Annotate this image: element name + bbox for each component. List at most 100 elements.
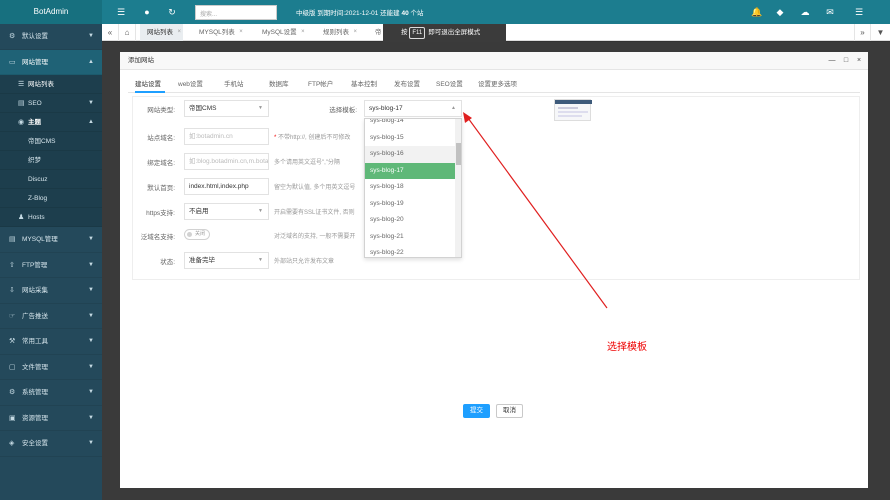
tab-mysql-list[interactable]: MYSQL列表 ×: [192, 24, 245, 41]
sidebar-item-label: FTP管理: [22, 261, 48, 269]
minimize-icon[interactable]: —: [826, 52, 838, 70]
chevron-down-icon: ▼: [88, 414, 94, 421]
status-select[interactable]: 准备完毕 ▼: [184, 252, 269, 269]
tabs-scroll-right-icon[interactable]: »: [854, 24, 871, 41]
chevron-down-icon: ▼: [88, 287, 94, 293]
option-sys-blog-17[interactable]: sys-blog-17: [365, 162, 455, 179]
status-note: 外部站只允许发布文章: [274, 259, 335, 265]
tab-publish-settings[interactable]: 发布设置: [394, 78, 420, 93]
tab-database[interactable]: 数据库: [269, 78, 289, 93]
option-sys-blog-18[interactable]: sys-blog-18: [365, 179, 455, 196]
sidebar-item-ads[interactable]: ☞ 广告推送 ▼: [0, 304, 102, 329]
tab-rules-list[interactable]: 规则列表 ×: [316, 24, 359, 41]
close-icon[interactable]: ×: [353, 24, 357, 41]
sidebar-item-system[interactable]: ⚙ 系统管理 ▼: [0, 380, 102, 406]
submit-button[interactable]: 提交: [463, 404, 490, 418]
chevron-down-icon: ▼: [88, 236, 94, 242]
close-icon[interactable]: ×: [239, 24, 243, 41]
tabs-options-icon[interactable]: ▼: [872, 24, 889, 41]
sidebar-item-empire-cms[interactable]: 帝国CMS: [0, 132, 102, 151]
sidebar-item-ftp[interactable]: ⇧ FTP管理 ▼: [0, 253, 102, 278]
tab-more-options[interactable]: 设置更多选项: [478, 78, 517, 93]
option-sys-blog-19[interactable]: sys-blog-19: [365, 196, 455, 213]
option-sys-blog-14[interactable]: sys-blog-14: [365, 119, 455, 130]
sidebar-item-site-management[interactable]: ▭ 网站管理 ▲: [0, 49, 102, 75]
dropdown-scrollbar[interactable]: [455, 119, 461, 257]
index-page-input[interactable]: index.html,index.php: [184, 178, 269, 195]
option-sys-blog-15[interactable]: sys-blog-15: [365, 130, 455, 147]
https-select[interactable]: 不启用 ▼: [184, 203, 269, 220]
sidebar-item-zblog[interactable]: Z-Blog: [0, 189, 102, 208]
option-sys-blog-21[interactable]: sys-blog-21: [365, 229, 455, 246]
notice-suffix: 个站: [410, 10, 424, 17]
tab-ftp-account[interactable]: FTP帐户: [308, 78, 333, 93]
wildcard-toggle[interactable]: 关闭: [184, 229, 210, 240]
toggle-text: 关闭: [195, 231, 206, 237]
option-sys-blog-20[interactable]: sys-blog-20: [365, 212, 455, 229]
scrollbar-thumb[interactable]: [456, 143, 461, 165]
template-value: sys-blog-17: [369, 105, 403, 112]
close-icon[interactable]: ×: [301, 24, 305, 41]
sidebar-item-site-list[interactable]: ☰ 网站列表: [0, 75, 102, 94]
tab-seo-settings[interactable]: SEO设置: [436, 78, 463, 93]
globe-icon[interactable]: ●: [140, 5, 154, 19]
tab-mobile-site[interactable]: 手机站: [224, 78, 244, 93]
brand-logo[interactable]: BotAdmin: [0, 0, 102, 24]
sidebar-item-tools[interactable]: ⚒ 常用工具 ▼: [0, 329, 102, 355]
sidebar: ⚙ 默认设置 ▼ ▭ 网站管理 ▲ ☰ 网站列表 ▤ SEO ▼ ◉ 主题 ▲ 帝国CMS 织梦 …: [0, 24, 102, 500]
tag-icon[interactable]: ◆: [773, 5, 787, 19]
sidebar-item-seo[interactable]: ▤ SEO ▼: [0, 94, 102, 113]
bell-icon[interactable]: 🔔: [750, 5, 764, 19]
https-note: 开启需要有SSL证书文件, 否则: [274, 210, 355, 216]
toggle-knob: [187, 232, 192, 237]
sidebar-item-resources[interactable]: ▣ 资源管理 ▼: [0, 406, 102, 431]
tabs-scroll-left-icon[interactable]: «: [102, 24, 119, 41]
tab-label: 网站列表: [147, 29, 173, 36]
menu-toggle-icon[interactable]: ☰: [114, 5, 128, 19]
close-icon[interactable]: ×: [177, 24, 181, 41]
sidebar-item-discuz[interactable]: Discuz: [0, 170, 102, 189]
chevron-up-icon: ▲: [88, 58, 94, 65]
tab-site-settings[interactable]: 建站设置: [135, 78, 165, 93]
license-notice: 中级版 到期时间:2021-12-01 还能建 40 个站: [296, 7, 424, 17]
fullscreen-prefix: 按: [401, 29, 408, 36]
tab-basic-control[interactable]: 基本控制: [351, 78, 377, 93]
site-type-select[interactable]: 帝国CMS ▼: [184, 100, 269, 117]
sidebar-item-collect[interactable]: ⇩ 网站采集 ▼: [0, 278, 102, 304]
cancel-button[interactable]: 取消: [496, 404, 523, 418]
sidebar-item-security[interactable]: ◈ 安全设置 ▼: [0, 431, 102, 457]
sidebar-item-files[interactable]: ▢ 文件管理 ▼: [0, 355, 102, 380]
bind-domain-input[interactable]: 如:blog.botadmin.cn,m.botadmin.cn: [184, 153, 269, 170]
tab-web-settings[interactable]: web设置: [178, 78, 203, 93]
close-icon[interactable]: ×: [853, 52, 865, 70]
tab-site-list[interactable]: 网站列表 ×: [140, 24, 183, 41]
maximize-icon[interactable]: □: [840, 52, 852, 70]
sidebar-item-label: 系统管理: [22, 389, 48, 396]
status-label: 状态:: [160, 259, 175, 266]
cloud-icon[interactable]: ☁: [798, 5, 812, 19]
seo-icon: ▤: [18, 100, 25, 107]
folder-icon: ▢: [9, 363, 16, 371]
option-sys-blog-16[interactable]: sys-blog-16: [365, 146, 455, 163]
sidebar-item-hosts[interactable]: ♟ Hosts: [0, 208, 102, 227]
template-preview-image[interactable]: [554, 99, 592, 121]
more-menu-icon[interactable]: ☰: [852, 5, 866, 19]
sidebar-item-label: 资源管理: [22, 414, 48, 422]
option-sys-blog-22[interactable]: sys-blog-22: [365, 245, 455, 257]
home-icon[interactable]: ⌂: [119, 24, 136, 41]
tab-mysql-settings[interactable]: MySQL设置 ×: [255, 24, 307, 41]
message-icon[interactable]: ✉: [823, 5, 837, 19]
index-page-note: 留空为默认值, 多个用英文逗号: [274, 185, 356, 191]
template-select[interactable]: sys-blog-17 ▲: [364, 100, 462, 117]
sidebar-item-theme[interactable]: ◉ 主题 ▲: [0, 113, 102, 132]
refresh-icon[interactable]: ↻: [165, 5, 179, 19]
main-domain-input[interactable]: 如:botadmin.cn: [184, 128, 269, 145]
chevron-down-icon: ▼: [88, 312, 94, 319]
search-input[interactable]: 搜索...: [195, 5, 277, 20]
tab-label: 规则列表: [323, 29, 349, 36]
sidebar-item-dedecms[interactable]: 织梦: [0, 151, 102, 170]
sidebar-item-default-settings[interactable]: ⚙ 默认设置 ▼: [0, 24, 102, 50]
top-bar: BotAdmin ☰ ● ↻ 搜索... 中级版 到期时间:2021-12-01…: [0, 0, 890, 24]
index-page-label: 默认首页:: [147, 185, 175, 192]
sidebar-item-mysql[interactable]: ▤ MYSQL管理 ▼: [0, 227, 102, 253]
